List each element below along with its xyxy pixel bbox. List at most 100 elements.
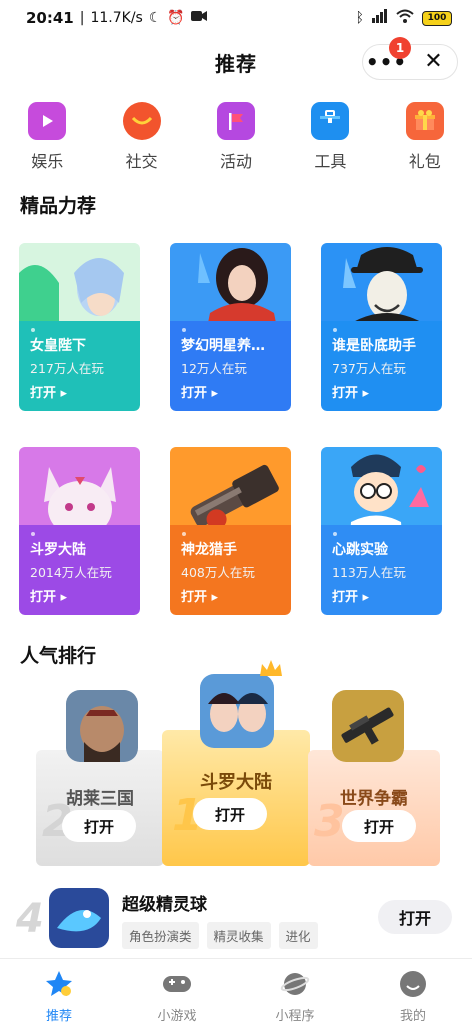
tab-profile[interactable]: 我的: [354, 959, 472, 1024]
social-icon: [122, 102, 161, 140]
game-name: 梦幻明星养…: [181, 338, 265, 354]
bluetooth-icon: ᛒ: [355, 10, 364, 26]
category-gifts[interactable]: 礼包: [378, 102, 472, 172]
gamepad-icon: [162, 969, 192, 999]
rank-number: 4: [16, 896, 44, 942]
player-count: 408万人在玩: [181, 565, 255, 580]
status-divider: |: [79, 10, 85, 26]
category-label: 工具: [314, 152, 347, 171]
star-icon: [44, 969, 74, 999]
game-name: 谁是卧底助手: [332, 338, 416, 354]
player-count: 217万人在玩: [30, 361, 104, 376]
open-link[interactable]: 打开 ▸: [332, 382, 369, 401]
podium-open-button[interactable]: 打开: [62, 810, 136, 842]
open-label: 打开: [181, 386, 208, 401]
tab-label: 推荐: [45, 1009, 72, 1024]
open-link[interactable]: 打开 ▸: [30, 382, 67, 401]
entertainment-icon: [28, 102, 67, 140]
game-name: 心跳实验: [332, 542, 388, 558]
open-link[interactable]: 打开 ▸: [30, 586, 67, 605]
alarm-icon: ⏰: [167, 10, 185, 26]
ranking-section-title: 人气排行: [20, 645, 97, 667]
open-button[interactable]: 打开: [378, 900, 452, 934]
tab-label: 小游戏: [157, 1009, 197, 1024]
network-speed: 11.7K/s: [90, 10, 143, 26]
crown-icon: [258, 658, 284, 682]
wifi-icon: [396, 9, 414, 27]
game-tags: 角色扮演类 精灵收集 进化: [122, 922, 318, 949]
game-card[interactable]: 谁是卧底助手 737万人在玩 打开 ▸: [321, 243, 442, 411]
game-tag: 进化: [278, 922, 318, 949]
game-card[interactable]: 女皇陛下 217万人在玩 打开 ▸: [19, 243, 140, 411]
category-label: 娱乐: [31, 152, 64, 171]
bottom-tab-bar: 推荐 小游戏 小程序 我的: [0, 958, 472, 1024]
ranking-podium: 2 胡莱三国 打开 1 斗罗大陆 打开 3 世界争霸 打开: [0, 660, 472, 870]
card-dot: [182, 532, 186, 536]
moon-icon: ☾: [148, 10, 162, 26]
page-header: 推荐 ••• ✕ 1: [0, 37, 472, 84]
open-link[interactable]: 打开 ▸: [181, 382, 218, 401]
status-bar: 20:41 | 11.7K/s ☾ ⏰ ᛒ 100: [0, 0, 472, 36]
battery-icon: 100: [422, 10, 452, 26]
category-label: 礼包: [408, 152, 441, 171]
game-card[interactable]: 神龙猎手 408万人在玩 打开 ▸: [170, 447, 291, 615]
camera-icon: [190, 10, 207, 26]
card-dot: [31, 328, 35, 332]
open-link[interactable]: 打开 ▸: [332, 586, 369, 605]
game-icon-hulai[interactable]: [66, 690, 138, 762]
gift-icon: [405, 102, 444, 140]
game-name: 女皇陛下: [30, 338, 86, 354]
featured-games-grid: 女皇陛下 217万人在玩 打开 ▸ 梦幻明星养… 12万人在玩 打开 ▸ 谁是卧…: [19, 243, 455, 615]
game-tag: 角色扮演类: [122, 922, 199, 949]
card-dot: [182, 328, 186, 332]
player-count: 113万人在玩: [332, 565, 406, 580]
category-shortcuts: 娱乐 社交 活动 工具 礼包: [0, 102, 472, 172]
game-name: 超级精灵球: [122, 895, 207, 915]
ranking-list-item[interactable]: 4 超级精灵球 角色扮演类 精灵收集 进化 打开: [0, 884, 472, 954]
tab-label: 小程序: [275, 1009, 315, 1024]
game-tag: 精灵收集: [206, 922, 271, 949]
card-dot: [333, 328, 337, 332]
podium-game-name: 胡莱三国: [66, 789, 134, 809]
tab-mini-programs[interactable]: 小程序: [236, 959, 354, 1024]
podium-open-button[interactable]: 打开: [342, 810, 416, 842]
tab-recommend[interactable]: 推荐: [0, 959, 118, 1024]
category-label: 活动: [219, 152, 252, 171]
game-name: 斗罗大陆: [30, 542, 86, 558]
open-label: 打开: [30, 386, 57, 401]
card-dot: [31, 532, 35, 536]
activity-flag-icon: [216, 102, 255, 140]
category-label: 社交: [125, 152, 158, 171]
category-activity[interactable]: 活动: [189, 102, 283, 172]
category-tools[interactable]: 工具: [283, 102, 377, 172]
signal-icon: [372, 9, 388, 27]
planet-icon: [280, 969, 310, 999]
game-card[interactable]: 斗罗大陆 2014万人在玩 打开 ▸: [19, 447, 140, 615]
game-icon-douluo[interactable]: [200, 674, 274, 748]
profile-icon: [398, 969, 428, 999]
category-social[interactable]: 社交: [94, 102, 188, 172]
category-entertainment[interactable]: 娱乐: [0, 102, 94, 172]
game-name: 神龙猎手: [181, 542, 237, 558]
open-label: 打开: [30, 590, 57, 605]
open-label: 打开: [181, 590, 208, 605]
player-count: 2014万人在玩: [30, 565, 112, 580]
game-card[interactable]: 心跳实验 113万人在玩 打开 ▸: [321, 447, 442, 615]
game-icon-super-sprite: [49, 888, 109, 948]
game-card[interactable]: 梦幻明星养… 12万人在玩 打开 ▸: [170, 243, 291, 411]
notification-badge: 1: [389, 37, 411, 59]
status-time: 20:41: [26, 9, 74, 27]
toolbox-icon: [311, 102, 350, 140]
close-button[interactable]: ✕: [410, 51, 457, 73]
game-icon-world-war[interactable]: [332, 690, 404, 762]
tab-mini-games[interactable]: 小游戏: [118, 959, 236, 1024]
player-count: 737万人在玩: [332, 361, 406, 376]
mini-program-capsule: ••• ✕ 1: [362, 37, 458, 80]
podium-game-name: 斗罗大陆: [200, 772, 272, 793]
open-label: 打开: [332, 386, 359, 401]
featured-section-title: 精品力荐: [20, 195, 97, 217]
podium-open-button[interactable]: 打开: [193, 798, 267, 830]
player-count: 12万人在玩: [181, 361, 247, 376]
open-link[interactable]: 打开 ▸: [181, 586, 218, 605]
open-label: 打开: [332, 590, 359, 605]
